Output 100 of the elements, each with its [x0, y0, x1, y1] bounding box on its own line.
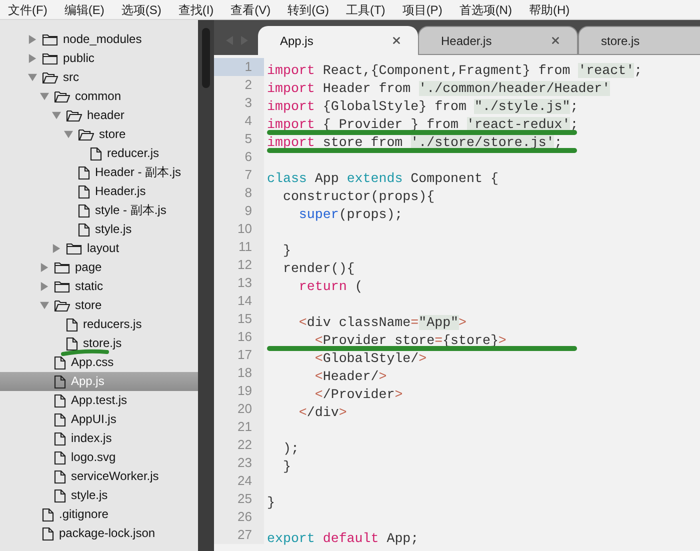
tree-item[interactable]: reducers.js	[0, 315, 198, 334]
menu-item[interactable]: 查找(I)	[178, 0, 214, 18]
code-line: export default App;	[267, 531, 419, 546]
open-folder-icon	[66, 109, 82, 122]
line-number: 22	[214, 436, 264, 454]
line-number: 15	[214, 310, 264, 328]
code-line: return (	[298, 279, 363, 294]
open-folder-icon	[54, 299, 70, 312]
tree-item[interactable]: header	[0, 106, 198, 125]
tree-item[interactable]: logo.svg	[0, 448, 198, 467]
expanded-arrow-icon[interactable]	[40, 92, 49, 101]
close-icon[interactable]	[550, 35, 561, 46]
menu-item[interactable]: 查看(V)	[230, 0, 271, 18]
tree-item[interactable]: store	[0, 296, 198, 315]
line-number: 17	[214, 346, 264, 364]
scrollbar[interactable]	[198, 20, 214, 551]
tree-item[interactable]: App.test.js	[0, 391, 198, 410]
menu-item[interactable]: 工具(T)	[346, 0, 386, 18]
line-number: 21	[214, 418, 264, 436]
code-line: }	[282, 459, 291, 474]
file-icon	[78, 184, 90, 198]
menu-item[interactable]: 文件(F)	[8, 0, 48, 18]
file-icon	[54, 412, 66, 426]
tree-item[interactable]: style - 副本.js	[0, 201, 198, 220]
menu-item[interactable]: 项目(P)	[402, 0, 442, 18]
code-line: <GlobalStyle/>	[314, 351, 427, 366]
line-number: 4	[214, 112, 264, 130]
line-number: 8	[214, 184, 264, 202]
tree-item[interactable]: index.js	[0, 429, 198, 448]
open-folder-icon	[54, 90, 70, 103]
file-icon	[54, 374, 66, 388]
line-number: 1	[214, 58, 264, 76]
file-icon	[78, 204, 90, 218]
code-line: class App extends Component {	[267, 171, 498, 186]
tree-item[interactable]: common	[0, 87, 198, 106]
line-number: 18	[214, 364, 264, 382]
folder-icon	[54, 261, 70, 274]
file-icon	[54, 394, 66, 408]
tree-item[interactable]: .gitignore	[0, 505, 198, 524]
tree-item[interactable]: store	[0, 125, 198, 144]
file-tab[interactable]: store.js	[578, 26, 700, 55]
code-line: </div>	[298, 405, 347, 420]
line-number: 24	[214, 472, 264, 490]
tree-item[interactable]: reducer.js	[0, 144, 198, 163]
file-icon	[78, 166, 90, 180]
tree-item[interactable]: style.js	[0, 486, 198, 505]
menu-item[interactable]: 选项(S)	[121, 0, 162, 18]
line-number: 10	[214, 220, 264, 238]
line-number: 19	[214, 382, 264, 400]
file-tab[interactable]: App.js	[258, 26, 418, 55]
collapsed-arrow-icon[interactable]	[40, 282, 49, 291]
code-line: </Provider>	[314, 387, 403, 402]
file-icon	[54, 356, 66, 370]
expanded-arrow-icon[interactable]	[28, 73, 37, 82]
code-line: );	[282, 441, 299, 456]
collapsed-arrow-icon[interactable]	[28, 35, 37, 44]
tab-label: store.js	[601, 32, 640, 50]
file-icon	[54, 450, 66, 464]
line-number: 3	[214, 94, 264, 112]
code-line: import {GlobalStyle} from "./style.js";	[267, 99, 578, 114]
open-folder-icon	[42, 71, 58, 84]
menu-item[interactable]: 首选项(N)	[459, 0, 512, 18]
tree-item[interactable]: src	[0, 68, 198, 87]
tree-item[interactable]: store.js	[0, 334, 198, 353]
collapsed-arrow-icon[interactable]	[52, 244, 61, 253]
line-number: 27	[214, 526, 264, 544]
close-icon[interactable]	[391, 35, 402, 46]
code-line: constructor(props){	[282, 189, 435, 204]
line-number: 5	[214, 130, 264, 148]
code-line: }	[282, 243, 291, 258]
expanded-arrow-icon[interactable]	[40, 301, 49, 310]
tree-item[interactable]: public	[0, 49, 198, 68]
line-number: 16	[214, 328, 264, 346]
tree-item[interactable]: style.js	[0, 220, 198, 239]
expanded-arrow-icon[interactable]	[64, 130, 73, 139]
folder-icon	[66, 242, 82, 255]
tree-item[interactable]: Header.js	[0, 182, 198, 201]
line-number: 11	[214, 238, 264, 256]
tab-label: App.js	[280, 32, 314, 50]
file-icon	[90, 146, 102, 160]
file-tab[interactable]: Header.js	[418, 26, 578, 55]
file-icon	[54, 488, 66, 502]
tree-item[interactable]: page	[0, 258, 198, 277]
file-icon	[54, 470, 66, 484]
tree-item[interactable]: node_modules	[0, 30, 198, 49]
menu-item[interactable]: 帮助(H)	[528, 0, 570, 18]
line-number: 14	[214, 292, 264, 310]
tree-item[interactable]: static	[0, 277, 198, 296]
menu-item[interactable]: 编辑(E)	[64, 0, 104, 18]
line-number: 26	[214, 508, 264, 526]
menu-item[interactable]: 转到(G)	[288, 0, 329, 18]
expanded-arrow-icon[interactable]	[52, 111, 61, 120]
tree-item[interactable]: serviceWorker.js	[0, 467, 198, 486]
collapsed-arrow-icon[interactable]	[40, 263, 49, 272]
tree-item[interactable]: App.css	[0, 353, 198, 372]
tree-item[interactable]: Header - 副本.js	[0, 163, 198, 182]
tree-item[interactable]: AppUI.js	[0, 410, 198, 429]
collapsed-arrow-icon[interactable]	[28, 54, 37, 63]
tree-item[interactable]: package-lock.json	[0, 524, 198, 543]
tree-item[interactable]: layout	[0, 239, 198, 258]
